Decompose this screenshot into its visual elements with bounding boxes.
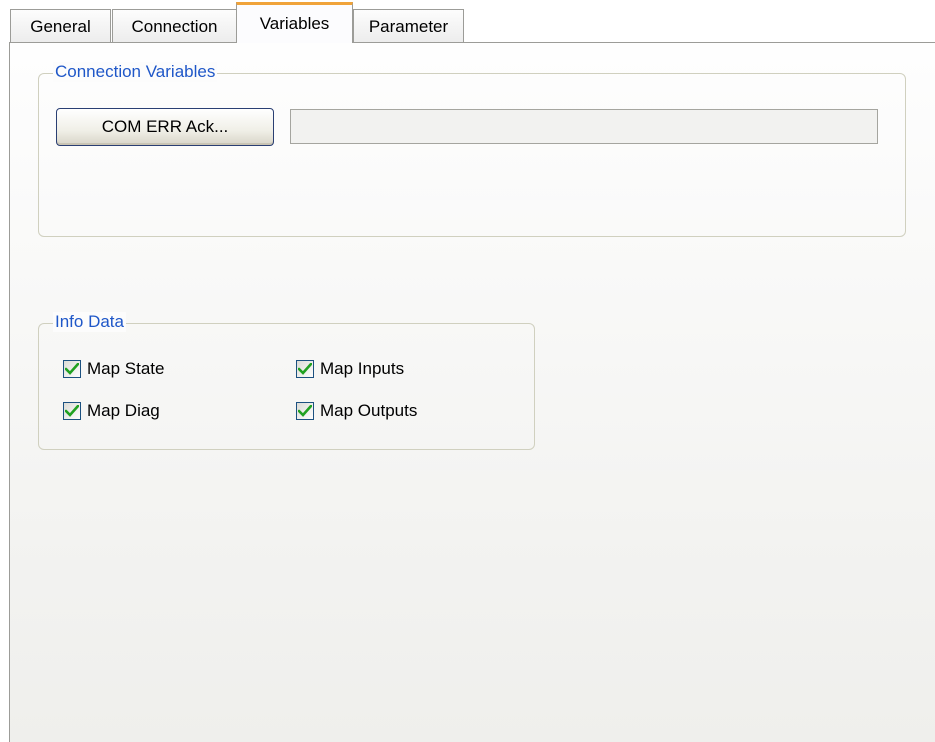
- map-diag-checkbox[interactable]: Map Diag: [63, 400, 160, 422]
- tab-connection-label: Connection: [131, 16, 218, 36]
- map-diag-label: Map Diag: [87, 401, 160, 420]
- tab-general[interactable]: General: [10, 9, 111, 43]
- map-state-label: Map State: [87, 359, 165, 378]
- map-outputs-checkbox[interactable]: Map Outputs: [296, 400, 417, 422]
- info-data-group: Info Data Map State Map Inputs Map Diag …: [38, 312, 535, 450]
- connection-variables-title: Connection Variables: [53, 62, 218, 82]
- map-outputs-checkbox-box[interactable]: [296, 402, 314, 420]
- tab-parameter-label: Parameter: [368, 16, 449, 36]
- map-diag-checkbox-box[interactable]: [63, 402, 81, 420]
- map-inputs-label: Map Inputs: [320, 359, 405, 378]
- com-err-ack-field[interactable]: [290, 109, 878, 144]
- tab-variables-label: Variables: [259, 14, 330, 33]
- tab-parameter[interactable]: Parameter: [353, 9, 464, 43]
- map-outputs-label: Map Outputs: [320, 401, 418, 420]
- map-inputs-checkbox[interactable]: Map Inputs: [296, 358, 404, 380]
- map-state-checkbox[interactable]: Map State: [63, 358, 165, 380]
- tab-general-label: General: [30, 16, 91, 36]
- tab-connection[interactable]: Connection: [112, 9, 237, 43]
- variables-tab-panel: Connection Variables COM ERR Ack... Info…: [9, 42, 935, 742]
- checkmark-icon: [298, 405, 312, 417]
- checkmark-icon: [65, 363, 79, 375]
- map-inputs-checkbox-box[interactable]: [296, 360, 314, 378]
- tab-strip: General Connection Variables Parameter: [0, 0, 935, 45]
- info-data-title: Info Data: [53, 312, 126, 332]
- com-err-ack-button[interactable]: COM ERR Ack...: [56, 108, 274, 146]
- checkmark-icon: [298, 363, 312, 375]
- connection-variables-group: Connection Variables COM ERR Ack...: [38, 62, 906, 237]
- checkmark-icon: [65, 405, 79, 417]
- tab-variables[interactable]: Variables: [236, 2, 353, 43]
- map-state-checkbox-box[interactable]: [63, 360, 81, 378]
